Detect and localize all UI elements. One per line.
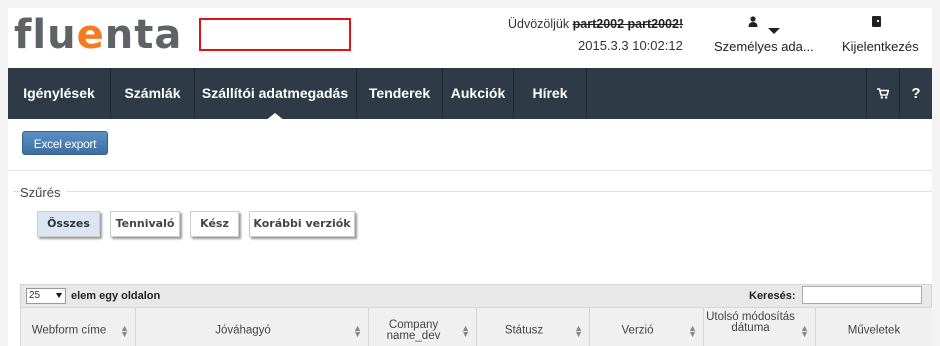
filter-todo-button[interactable]: Tennivaló xyxy=(110,211,180,237)
table-header: Webform címe ▲ ▼ Jóváhagyó ▲ ▼ Company nam… xyxy=(20,308,932,346)
search-label: Keresés: xyxy=(749,290,796,302)
column-header-label: Company name_dev xyxy=(386,319,441,342)
chevron-down-icon xyxy=(56,293,62,298)
cart-icon[interactable] xyxy=(867,68,899,119)
page-size-value: 25 xyxy=(29,290,41,301)
help-button[interactable]: ? xyxy=(900,68,932,119)
search-input[interactable] xyxy=(802,286,922,304)
user-icon xyxy=(748,16,758,30)
page-size-label: elem egy oldalon xyxy=(71,290,161,302)
nav-item-hirek[interactable]: Hírek xyxy=(514,68,586,119)
filter-previous-versions-button[interactable]: Korábbi verziók xyxy=(249,211,355,237)
user-menu[interactable]: Személyes ada... xyxy=(712,16,822,60)
logo-text-accent: e xyxy=(76,12,105,58)
sort-icon: ▲ ▼ xyxy=(353,323,362,339)
nav-item-tenderek[interactable]: Tenderek xyxy=(357,68,442,119)
divider xyxy=(8,170,932,171)
column-header-last-modified[interactable]: Utolsó módosítás dátuma ▲ ▼ xyxy=(704,308,816,346)
page-size-select[interactable]: 25 xyxy=(26,288,66,304)
welcome-text: Üdvözöljük part2002 part2002! xyxy=(508,17,683,31)
column-header-label: Státusz xyxy=(504,324,544,337)
main-nav: Igénylések Számlák Szállítói adatmegadás… xyxy=(8,68,932,119)
column-header-actions: Műveletek xyxy=(816,308,932,346)
column-header-label: Verzió xyxy=(621,324,654,337)
welcome-prefix: Üdvözöljük xyxy=(508,17,570,31)
column-header-version[interactable]: Verzió ▲ ▼ xyxy=(590,308,704,346)
filter-legend: Szűrés xyxy=(20,185,67,200)
chevron-down-icon xyxy=(768,28,780,34)
column-header-label: Műveletek xyxy=(847,324,901,337)
logo-text-start: flu xyxy=(14,12,77,58)
filter-done-button[interactable]: Kész xyxy=(190,211,239,237)
nav-item-szamlak[interactable]: Számlák xyxy=(111,68,194,119)
sort-icon: ▲ ▼ xyxy=(574,323,583,339)
nav-item-igenylesek[interactable]: Igénylések xyxy=(8,68,110,119)
app-frame: fluenta Üdvözöljük part2002 part2002! 20… xyxy=(8,8,932,346)
sort-icon: ▲ ▼ xyxy=(800,323,809,339)
sort-icon: ▲ ▼ xyxy=(120,323,129,339)
column-header-approver[interactable]: Jóváhagyó ▲ ▼ xyxy=(136,308,369,346)
user-menu-label: Személyes ada... xyxy=(714,39,814,54)
logo-text-end: nta xyxy=(104,12,183,58)
door-icon xyxy=(872,16,881,27)
header: fluenta Üdvözöljük part2002 part2002! 20… xyxy=(8,8,932,68)
nav-item-aukciok[interactable]: Aukciók xyxy=(443,68,513,119)
filter-all-button[interactable]: Összes xyxy=(37,211,100,237)
excel-export-button[interactable]: Excel export xyxy=(22,131,108,155)
column-header-webform-title[interactable]: Webform címe ▲ ▼ xyxy=(21,308,136,346)
column-header-company-name[interactable]: Company name_dev ▲ ▼ xyxy=(369,308,477,346)
welcome-username: part2002 part2002! xyxy=(572,17,684,31)
column-header-label: Jóváhagyó xyxy=(215,324,271,337)
column-header-label: Webform címe xyxy=(31,324,107,337)
logout-label: Kijelentkezés xyxy=(842,39,919,54)
nav-item-szallitoi-adatmegadas[interactable]: Szállítói adatmegadás xyxy=(195,68,355,119)
nav-divider xyxy=(586,68,587,119)
logout-link[interactable]: Kijelentkezés xyxy=(840,16,930,60)
current-datetime: 2015.3.3 10:02:12 xyxy=(578,38,683,53)
column-header-status[interactable]: Státusz ▲ ▼ xyxy=(477,308,590,346)
column-header-label: Utolsó módosítás dátuma xyxy=(706,311,795,334)
active-nav-pointer xyxy=(265,113,285,121)
sort-icon: ▲ ▼ xyxy=(461,323,470,339)
logo[interactable]: fluenta xyxy=(14,12,182,58)
sort-icon: ▲ ▼ xyxy=(688,323,697,339)
